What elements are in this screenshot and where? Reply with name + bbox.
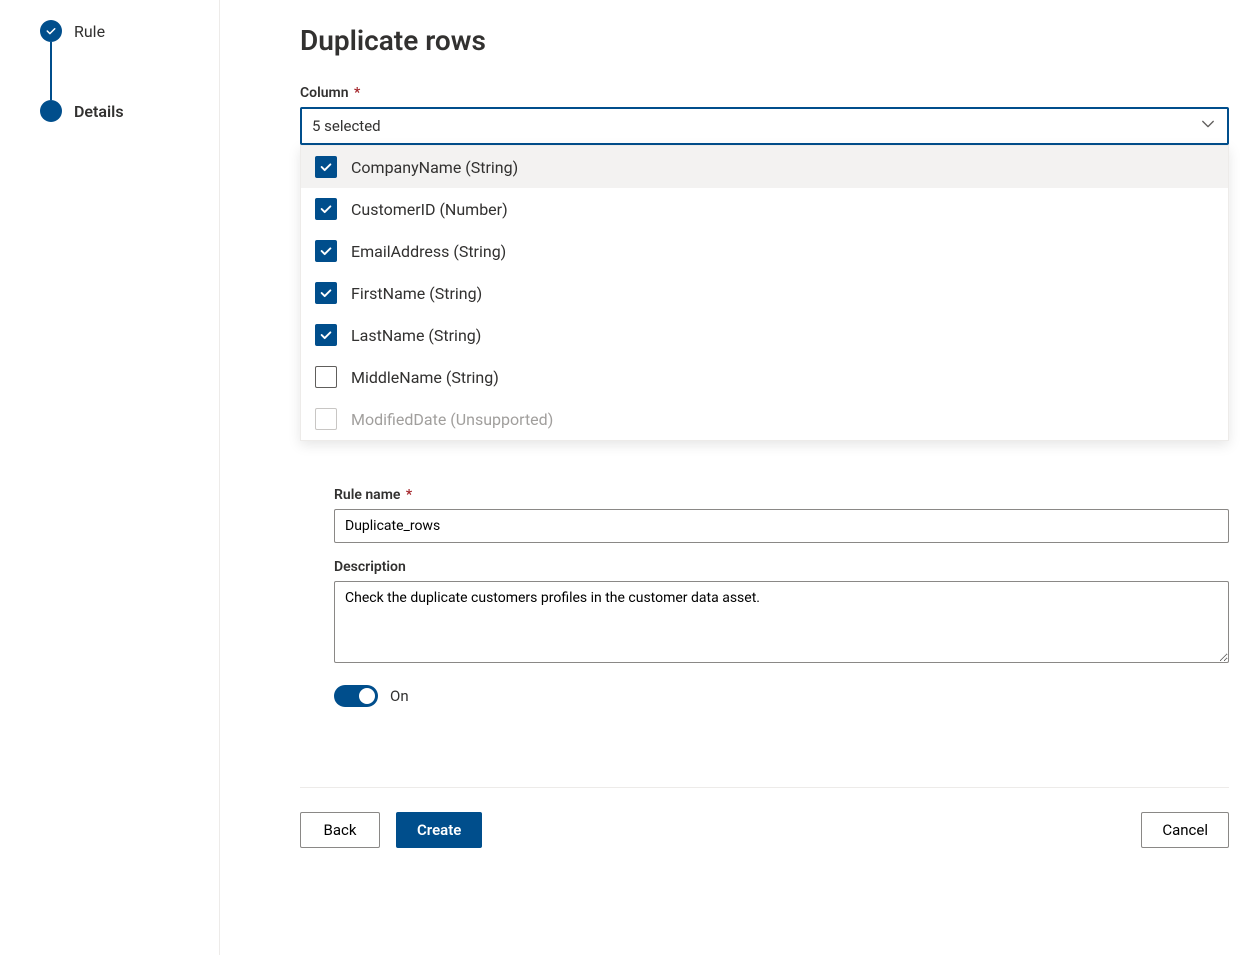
- wizard-step-rule[interactable]: Rule: [40, 20, 219, 42]
- column-option[interactable]: CustomerID (Number): [301, 188, 1228, 230]
- status-toggle-row: On: [334, 685, 1229, 707]
- option-label: MiddleName (String): [351, 368, 499, 387]
- toggle-label: On: [390, 687, 409, 705]
- column-option[interactable]: CompanyName (String): [301, 146, 1228, 188]
- checkbox-icon: [315, 282, 337, 304]
- option-label: ModifiedDate (Unsupported): [351, 410, 553, 429]
- dialog-footer: Back Create Cancel: [300, 787, 1229, 848]
- main-content: Duplicate rows Column * 5 selected Compa…: [220, 0, 1253, 955]
- step-label: Rule: [74, 22, 105, 41]
- rule-name-field: Rule name *: [334, 487, 1229, 543]
- column-option: ModifiedDate (Unsupported): [301, 398, 1228, 440]
- column-label: Column *: [300, 85, 1229, 101]
- toggle-knob: [359, 688, 375, 704]
- chevron-down-icon: [1201, 117, 1215, 135]
- option-label: FirstName (String): [351, 284, 482, 303]
- required-mark: *: [354, 85, 360, 101]
- option-label: CustomerID (Number): [351, 200, 508, 219]
- step-connector: [50, 42, 52, 100]
- wizard-sidebar: Rule Details: [0, 0, 220, 955]
- option-label: LastName (String): [351, 326, 481, 345]
- create-button[interactable]: Create: [396, 812, 482, 848]
- checkbox-icon: [315, 324, 337, 346]
- checkbox-icon: [315, 156, 337, 178]
- column-field: Column * 5 selected CompanyName (String)…: [300, 85, 1229, 441]
- cancel-button[interactable]: Cancel: [1141, 812, 1229, 848]
- page-title: Duplicate rows: [300, 24, 1229, 57]
- column-option[interactable]: MiddleName (String): [301, 356, 1228, 398]
- check-circle-icon: [40, 20, 62, 42]
- option-label: CompanyName (String): [351, 158, 518, 177]
- step-label: Details: [74, 102, 124, 121]
- column-option[interactable]: FirstName (String): [301, 272, 1228, 314]
- rule-name-input[interactable]: [334, 509, 1229, 543]
- current-step-icon: [40, 100, 62, 122]
- checkbox-icon: [315, 198, 337, 220]
- description-label: Description: [334, 559, 1229, 575]
- checkbox-icon: [315, 240, 337, 262]
- column-option[interactable]: LastName (String): [301, 314, 1228, 356]
- column-select[interactable]: 5 selected: [300, 107, 1229, 145]
- rule-name-label: Rule name *: [334, 487, 1229, 503]
- checkbox-icon: [315, 408, 337, 430]
- required-mark: *: [406, 487, 412, 503]
- description-field: Description Check the duplicate customer…: [334, 559, 1229, 667]
- column-option[interactable]: EmailAddress (String): [301, 230, 1228, 272]
- column-dropdown[interactable]: CompanyName (String) CustomerID (Number) E…: [300, 145, 1229, 441]
- back-button[interactable]: Back: [300, 812, 380, 848]
- status-toggle[interactable]: [334, 685, 378, 707]
- checkbox-icon: [315, 366, 337, 388]
- description-input[interactable]: Check the duplicate customers profiles i…: [334, 581, 1229, 663]
- wizard-step-details[interactable]: Details: [40, 100, 219, 122]
- option-label: EmailAddress (String): [351, 242, 506, 261]
